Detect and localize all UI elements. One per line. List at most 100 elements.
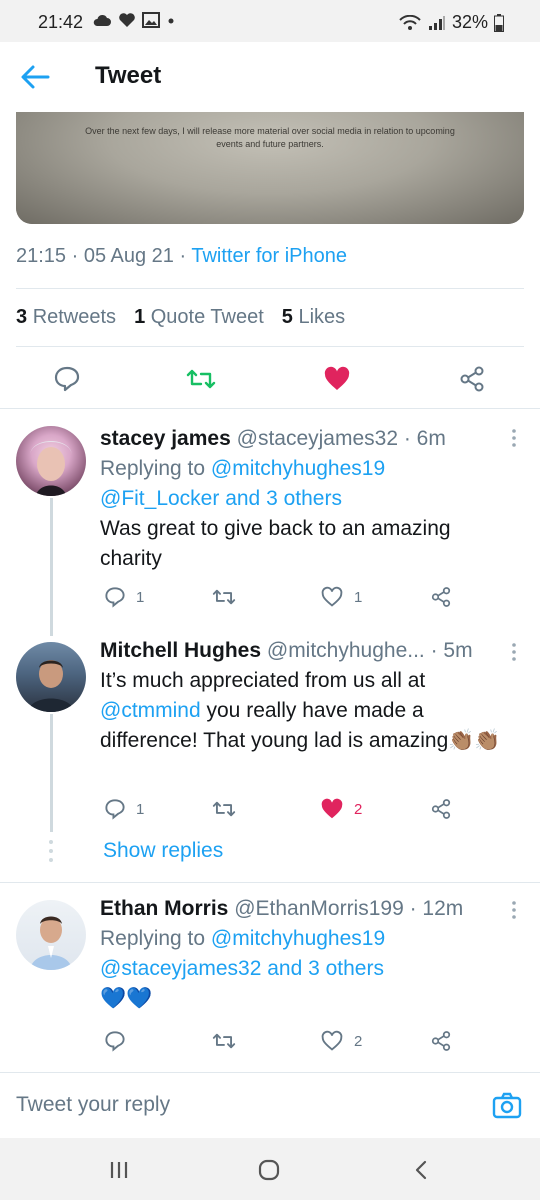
likes-stat[interactable]: 5 Likes bbox=[282, 306, 345, 329]
divider bbox=[16, 288, 524, 289]
reply-text: Was great to give back to an amazing cha… bbox=[100, 517, 451, 570]
author-handle[interactable]: @mitchyhughe... bbox=[267, 639, 425, 662]
avatar[interactable] bbox=[16, 426, 86, 496]
reply-like-button[interactable]: 2 bbox=[320, 1030, 362, 1052]
retweet-button[interactable] bbox=[186, 364, 216, 394]
comment-button[interactable] bbox=[52, 364, 82, 394]
like-button[interactable] bbox=[322, 364, 352, 394]
app-header: Tweet bbox=[0, 42, 540, 112]
author-name[interactable]: Ethan Morris bbox=[100, 897, 228, 920]
mention-link[interactable]: @mitchyhughes19 bbox=[211, 457, 385, 480]
mention-link[interactable]: @mitchyhughes19 bbox=[211, 927, 385, 950]
camera-icon[interactable] bbox=[492, 1091, 522, 1119]
reply-tweet[interactable]: Mitchell Hughes @mitchyhughe... · 5m It’… bbox=[0, 636, 540, 836]
reply-comment-button[interactable]: 1 bbox=[104, 798, 144, 820]
others-link[interactable]: and 3 others bbox=[261, 957, 384, 980]
author-name[interactable]: Mitchell Hughes bbox=[100, 639, 261, 662]
reply-share-button[interactable] bbox=[430, 1030, 452, 1052]
reply-like-button[interactable]: 2 bbox=[320, 798, 362, 820]
reply-retweet-button[interactable] bbox=[212, 586, 236, 608]
mention-link[interactable]: @ctmmind bbox=[100, 699, 201, 722]
author-name[interactable]: stacey james bbox=[100, 427, 231, 450]
gallery-icon bbox=[142, 12, 160, 28]
replying-to: Replying to @mitchyhughes19 bbox=[100, 927, 386, 950]
status-time: 21:42 bbox=[38, 12, 84, 32]
heart-outline-icon bbox=[321, 586, 343, 607]
page-title: Tweet bbox=[95, 62, 162, 89]
share-icon bbox=[431, 1031, 451, 1051]
divider bbox=[16, 346, 524, 347]
avatar[interactable] bbox=[16, 642, 86, 712]
status-bar: 21:42 32% bbox=[0, 0, 540, 42]
retweets-stat[interactable]: 3 Retweets bbox=[16, 306, 116, 329]
thread-dots bbox=[49, 840, 53, 862]
reply-share-button[interactable] bbox=[430, 798, 452, 820]
tweet-media-image[interactable]: Over the next few days, I will release m… bbox=[16, 112, 524, 224]
meta-separator: · bbox=[66, 245, 84, 267]
reply-time: · 6m bbox=[403, 427, 446, 450]
author-handle[interactable]: @EthanMorris199 bbox=[234, 897, 404, 920]
replying-to-others: @Fit_Locker and 3 others bbox=[100, 484, 510, 514]
tweet-date: 05 Aug 21 bbox=[83, 245, 174, 267]
reply-body: Ethan Morris @EthanMorris199 · 12m Reply… bbox=[100, 894, 510, 1014]
battery-percent: 32% bbox=[451, 12, 488, 32]
share-icon bbox=[431, 587, 451, 607]
kebab-icon[interactable] bbox=[510, 428, 518, 448]
blue-hearts-emoji: 💙💙 bbox=[100, 987, 153, 1010]
kebab-icon[interactable] bbox=[510, 900, 518, 920]
reply-actions: 1 2 bbox=[100, 798, 460, 826]
show-replies-link[interactable]: Show replies bbox=[103, 839, 223, 863]
comment-icon bbox=[105, 1031, 125, 1052]
status-left-icons bbox=[92, 12, 176, 28]
reply-header: Mitchell Hughes @mitchyhughe... · 5m bbox=[100, 636, 510, 666]
cloud-icon bbox=[93, 14, 111, 26]
reply-tweet[interactable]: Ethan Morris @EthanMorris199 · 12m Reply… bbox=[0, 894, 540, 1064]
mention-link[interactable]: @staceyjames32 bbox=[100, 957, 261, 980]
media-caption: Over the next few days, I will release m… bbox=[85, 126, 455, 149]
heart-icon bbox=[324, 366, 350, 390]
reply-like-button[interactable]: 1 bbox=[320, 586, 362, 608]
system-nav-bar bbox=[0, 1138, 540, 1200]
tweet-source-link[interactable]: Twitter for iPhone bbox=[191, 245, 347, 267]
author-handle[interactable]: @staceyjames32 bbox=[237, 427, 398, 450]
clapping-emoji: 👏🏽👏🏽 bbox=[448, 729, 501, 752]
comment-icon bbox=[105, 587, 125, 608]
reply-tweet[interactable]: stacey james @staceyjames32 · 6m Replyin… bbox=[0, 420, 540, 640]
reply-header: stacey james @staceyjames32 · 6m bbox=[100, 424, 510, 454]
battery-icon bbox=[494, 13, 504, 32]
reply-input[interactable]: Tweet your reply bbox=[16, 1093, 170, 1117]
reply-retweet-button[interactable] bbox=[212, 1030, 236, 1052]
reply-comment-button[interactable] bbox=[104, 1030, 126, 1052]
reply-retweet-button[interactable] bbox=[212, 798, 236, 820]
wifi-icon bbox=[399, 14, 421, 30]
tweet-time: 21:15 bbox=[16, 245, 67, 267]
others-link[interactable]: and 3 others bbox=[219, 487, 342, 510]
back-icon[interactable] bbox=[410, 1158, 434, 1182]
retweet-icon bbox=[212, 801, 236, 817]
reply-header: Ethan Morris @EthanMorris199 · 12m bbox=[100, 894, 510, 924]
home-icon[interactable] bbox=[257, 1158, 281, 1182]
reply-time: · 12m bbox=[409, 897, 464, 920]
reply-comment-button[interactable]: 1 bbox=[104, 586, 144, 608]
heart-icon bbox=[321, 798, 343, 819]
reply-composer: Tweet your reply bbox=[0, 1072, 540, 1138]
kebab-icon[interactable] bbox=[510, 642, 518, 662]
recents-icon[interactable] bbox=[107, 1158, 131, 1182]
back-arrow-icon[interactable] bbox=[20, 64, 50, 90]
signal-icon bbox=[428, 15, 445, 30]
share-button[interactable] bbox=[457, 364, 487, 394]
avatar[interactable] bbox=[16, 900, 86, 970]
divider bbox=[0, 882, 540, 883]
retweet-icon bbox=[212, 589, 236, 605]
heart-status-icon bbox=[119, 13, 135, 27]
tweet-actions bbox=[0, 352, 540, 408]
reply-time: · 5m bbox=[430, 639, 473, 662]
tweet-meta: 21:15 · 05 Aug 21 · Twitter for iPhone bbox=[16, 245, 347, 268]
replying-to: Replying to @mitchyhughes19 bbox=[100, 457, 386, 480]
dot-icon bbox=[168, 18, 174, 24]
quote-tweets-stat[interactable]: 1 Quote Tweet bbox=[134, 306, 264, 329]
reply-share-button[interactable] bbox=[430, 586, 452, 608]
retweet-icon bbox=[186, 369, 216, 389]
mention-link[interactable]: @Fit_Locker bbox=[100, 487, 219, 510]
comment-icon bbox=[105, 799, 125, 820]
